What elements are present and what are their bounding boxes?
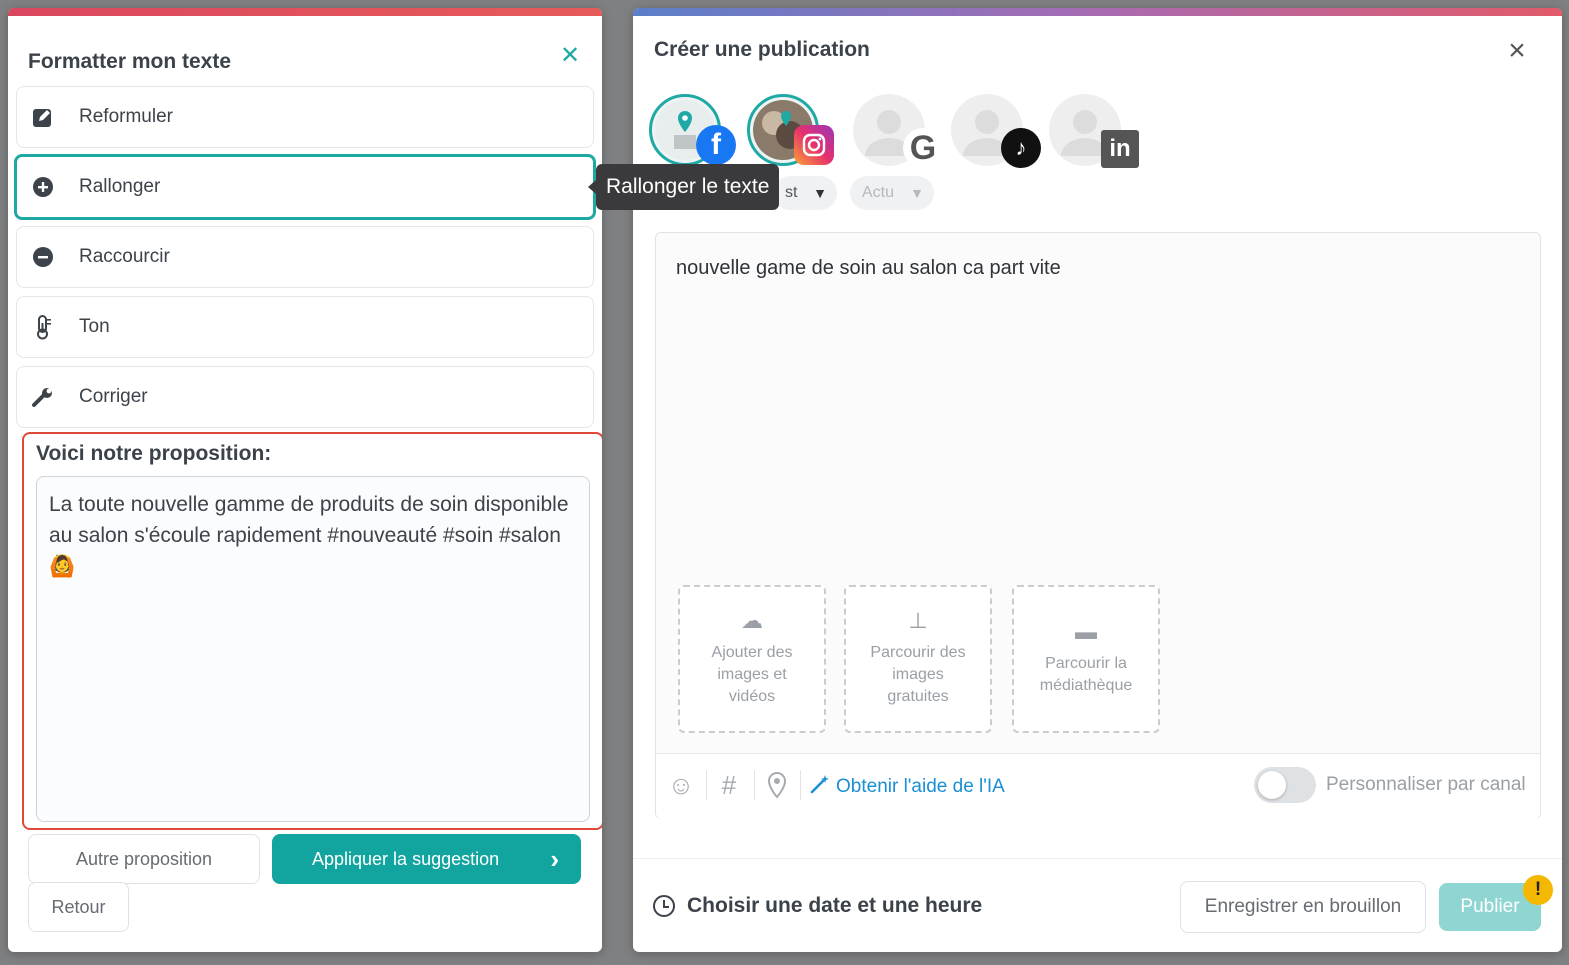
- toolbar-divider: [706, 770, 707, 800]
- minus-circle-icon: [31, 245, 55, 269]
- add-media-label: Ajouter des images et vidéos: [711, 644, 793, 705]
- clock-icon: [653, 895, 675, 917]
- thermometer-icon: [31, 315, 55, 340]
- folder-icon: ▬: [1075, 619, 1097, 644]
- media-library-button[interactable]: ▬ Parcourir la médiathèque: [1012, 585, 1160, 733]
- format-option-corriger[interactable]: Corriger: [16, 366, 594, 428]
- other-proposal-button[interactable]: Autre proposition: [28, 834, 260, 884]
- google-icon: G: [903, 128, 943, 168]
- proposal-box: Voici notre proposition: La toute nouvel…: [22, 432, 602, 830]
- format-option-label: Rallonger: [79, 176, 161, 197]
- personalize-toggle[interactable]: [1254, 767, 1316, 803]
- channel-google[interactable]: G: [853, 94, 943, 168]
- channel-tiktok[interactable]: ♪: [951, 94, 1041, 168]
- post-editor: nouvelle game de soin au salon ca part v…: [655, 232, 1541, 819]
- save-draft-button[interactable]: Enregistrer en brouillon: [1180, 881, 1426, 933]
- channel-facebook[interactable]: f: [649, 94, 736, 166]
- chevron-down-icon: ▼: [910, 185, 924, 201]
- formatter-panel: Formatter mon texte ✕ Reformuler Rallong…: [8, 8, 602, 952]
- emoji-icon[interactable]: ☺: [664, 768, 698, 802]
- format-option-label: Reformuler: [79, 106, 173, 127]
- pencil-square-icon: [31, 105, 55, 129]
- channel-selector: f G ♪ in: [649, 94, 1169, 174]
- apply-suggestion-button[interactable]: Appliquer la suggestion ›: [272, 834, 581, 884]
- hashtag-icon[interactable]: #: [712, 768, 746, 802]
- channel-instagram[interactable]: [747, 94, 834, 166]
- create-publication-panel: Créer une publication × f G ♪ in st ▼ Ac…: [633, 8, 1562, 952]
- free-images-button[interactable]: ⊥ Parcourir des images gratuites: [844, 585, 992, 733]
- close-icon[interactable]: ×: [1502, 36, 1532, 66]
- proposal-textarea[interactable]: La toute nouvelle gamme de produits de s…: [36, 476, 590, 822]
- format-option-rallonger[interactable]: Rallonger: [14, 154, 596, 220]
- wrench-icon: [31, 385, 55, 409]
- instagram-icon: [794, 125, 834, 165]
- category-select[interactable]: Actu ▼: [850, 176, 934, 210]
- personalize-label: Personnaliser par canal: [1326, 774, 1526, 795]
- format-option-reformuler[interactable]: Reformuler: [16, 86, 594, 148]
- footer-divider: [633, 858, 1562, 859]
- format-option-raccourcir[interactable]: Raccourcir: [16, 226, 594, 288]
- add-media-button[interactable]: ☁ Ajouter des images et vidéos: [678, 585, 826, 733]
- format-option-ton[interactable]: Ton: [16, 296, 594, 358]
- post-type-value: st: [785, 184, 798, 201]
- toolbar-divider: [754, 770, 755, 800]
- channel-linkedin[interactable]: in: [1049, 94, 1139, 168]
- panel-accent-bar: [8, 8, 602, 16]
- location-pin-icon[interactable]: [760, 768, 794, 802]
- category-value: Actu: [862, 184, 895, 201]
- toggle-knob: [1258, 771, 1286, 799]
- magic-wand-icon: [810, 774, 830, 800]
- apply-suggestion-label: Appliquer la suggestion: [312, 849, 500, 869]
- plus-circle-icon: [31, 175, 55, 199]
- format-option-label: Ton: [79, 316, 110, 337]
- tooltip: Rallonger le texte: [587, 164, 780, 210]
- tiktok-icon: ♪: [1001, 128, 1041, 168]
- warning-icon: !: [1523, 875, 1553, 905]
- formatter-title: Formatter mon texte: [28, 50, 232, 73]
- back-button[interactable]: Retour: [28, 882, 129, 932]
- ai-help-label: Obtenir l'aide de l'IA: [836, 776, 1005, 797]
- schedule-picker[interactable]: Choisir une date et une heure: [653, 894, 982, 918]
- post-type-select[interactable]: st ▼: [773, 176, 837, 210]
- ai-help-link[interactable]: Obtenir l'aide de l'IA: [810, 774, 1005, 800]
- editor-toolbar: ☺ # Obtenir l'aide de l'IA Personnaliser…: [656, 753, 1540, 819]
- format-option-label: Raccourcir: [79, 246, 170, 267]
- publication-title: Créer une publication: [654, 38, 870, 61]
- panel-accent-bar: [633, 8, 1562, 16]
- close-icon[interactable]: ✕: [556, 42, 584, 70]
- post-text-input[interactable]: nouvelle game de soin au salon ca part v…: [676, 257, 1061, 280]
- image-library-icon: ⊥: [908, 608, 928, 633]
- proposal-title: Voici notre proposition:: [36, 442, 272, 465]
- media-library-label: Parcourir la médiathèque: [1039, 655, 1133, 694]
- chevron-down-icon: ▼: [813, 185, 827, 201]
- toolbar-divider: [800, 770, 801, 800]
- free-images-label: Parcourir des images gratuites: [870, 644, 966, 705]
- linkedin-icon: in: [1101, 130, 1139, 168]
- format-option-label: Corriger: [79, 386, 148, 407]
- cloud-upload-icon: ☁: [741, 608, 763, 633]
- facebook-icon: f: [696, 125, 736, 165]
- chevron-right-icon: ›: [550, 844, 559, 874]
- format-options-list: Reformuler Rallonger Raccourcir Ton Corr…: [14, 86, 596, 436]
- schedule-label: Choisir une date et une heure: [687, 894, 983, 917]
